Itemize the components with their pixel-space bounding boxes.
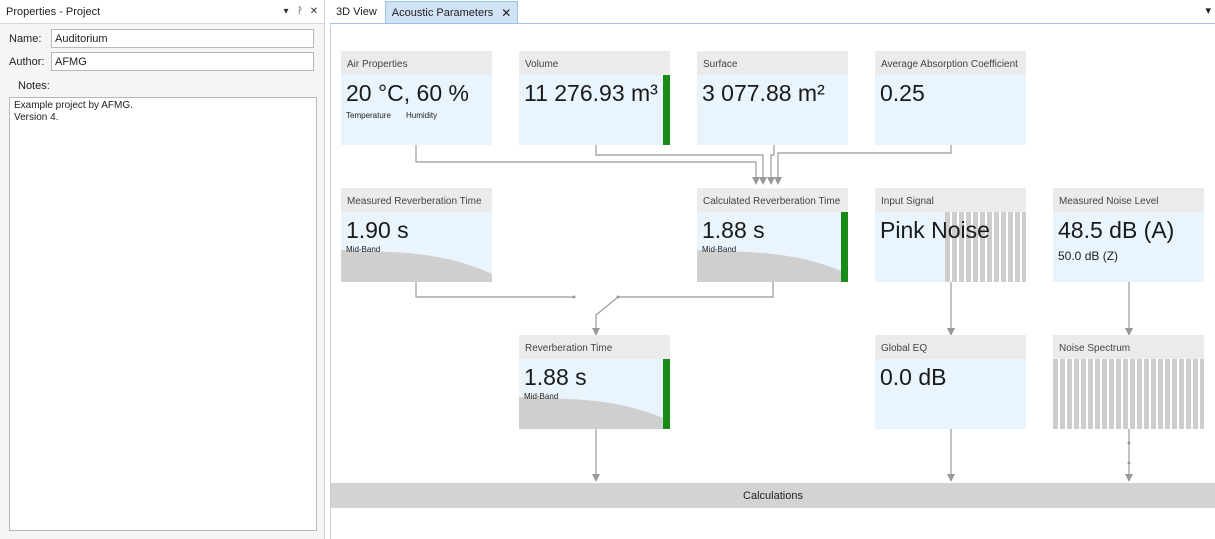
name-row: Name:	[9, 29, 314, 48]
surface-value: 3 077.88 m²	[702, 80, 825, 106]
air-properties-value: 20 °C, 60 %	[346, 80, 469, 106]
block-body: 0.25	[875, 75, 1026, 145]
block-title: Measured Reverberation Time	[341, 188, 492, 212]
close-icon[interactable]: ✕	[308, 6, 320, 17]
measured-rt-value: 1.90 s	[346, 217, 409, 243]
tab-label: 3D View	[336, 6, 377, 18]
volume-block[interactable]: Volume 11 276.93 m³	[519, 51, 670, 145]
block-title: Calculated Reverberation Time	[697, 188, 848, 212]
status-bar	[663, 75, 670, 145]
tab-strip: 3D View Acoustic Parameters ✕ ▾	[330, 0, 1215, 24]
humidity-label: Humidity	[406, 111, 438, 120]
block-title: Input Signal	[875, 188, 1026, 212]
status-bar	[841, 212, 848, 282]
block-body: 3 077.88 m²	[697, 75, 848, 145]
block-title: Noise Spectrum	[1053, 335, 1204, 359]
close-icon[interactable]: ✕	[501, 6, 511, 20]
block-title: Average Absorption Coefficient	[875, 51, 1026, 75]
volume-value: 11 276.93 m³	[524, 80, 658, 106]
author-field[interactable]	[51, 52, 314, 71]
input-signal-block[interactable]: Input Signal Pink Noise	[875, 188, 1026, 282]
block-body: 1.88 s Mid-Band	[697, 212, 848, 282]
block-title: Surface	[697, 51, 848, 75]
spectrum-stripes	[1053, 359, 1204, 429]
notes-field[interactable]: Example project by AFMG. Version 4.	[9, 97, 317, 531]
document-area: 3D View Acoustic Parameters ✕ ▾ Air Prop…	[330, 0, 1215, 539]
reverberation-time-block[interactable]: Reverberation Time 1.88 s Mid-Band	[519, 335, 670, 429]
block-body: Pink Noise	[875, 212, 1026, 282]
calculated-rt-value: 1.88 s	[702, 217, 765, 243]
reverberation-time-value: 1.88 s	[524, 364, 587, 390]
calculations-button[interactable]: Calculations	[331, 483, 1215, 508]
status-bar	[663, 359, 670, 429]
block-title: Volume	[519, 51, 670, 75]
global-eq-value: 0.0 dB	[880, 364, 947, 390]
input-signal-value: Pink Noise	[880, 217, 990, 243]
name-label: Name:	[9, 32, 42, 45]
tab-overflow-icon[interactable]: ▾	[1205, 4, 1211, 17]
measured-reverberation-block[interactable]: Measured Reverberation Time 1.90 s Mid-B…	[341, 188, 492, 282]
mid-band-label: Mid-Band	[702, 245, 737, 254]
calculated-reverberation-block[interactable]: Calculated Reverberation Time 1.88 s Mid…	[697, 188, 848, 282]
measured-noise-value: 48.5 dB (A)	[1058, 217, 1175, 243]
block-title: Air Properties	[341, 51, 492, 75]
block-title: Reverberation Time	[519, 335, 670, 359]
block-body: 0.0 dB	[875, 359, 1026, 429]
block-body: 1.88 s Mid-Band	[519, 359, 670, 429]
block-body: 20 °C, 60 % Temperature Humidity	[341, 75, 492, 145]
author-row: Author:	[9, 52, 314, 71]
acoustic-parameters-canvas: Air Properties 20 °C, 60 % Temperature H…	[330, 25, 1215, 539]
pin-icon[interactable]: ᚹ	[294, 6, 306, 17]
block-body: 48.5 dB (A) 50.0 dB (Z)	[1053, 212, 1204, 282]
calculations-label: Calculations	[743, 489, 803, 502]
surface-block[interactable]: Surface 3 077.88 m²	[697, 51, 848, 145]
block-title: Global EQ	[875, 335, 1026, 359]
author-label: Author:	[9, 55, 45, 68]
properties-titlebar: Properties - Project ▾ ᚹ ✕	[0, 0, 324, 24]
properties-panel: Properties - Project ▾ ᚹ ✕ Name: Author:…	[0, 0, 325, 539]
tab-label: Acoustic Parameters	[391, 6, 494, 19]
global-eq-block[interactable]: Global EQ 0.0 dB	[875, 335, 1026, 429]
tab-acoustic-parameters[interactable]: Acoustic Parameters ✕	[384, 1, 519, 23]
mid-band-label: Mid-Band	[346, 245, 381, 254]
block-body: 1.90 s Mid-Band	[341, 212, 492, 282]
tab-3d-view[interactable]: 3D View	[330, 1, 383, 23]
temperature-label: Temperature	[346, 111, 391, 120]
mid-band-label: Mid-Band	[524, 392, 559, 401]
absorption-value: 0.25	[880, 80, 925, 106]
noise-spectrum-block[interactable]: Noise Spectrum	[1053, 335, 1204, 429]
block-body	[1053, 359, 1204, 429]
name-field[interactable]	[51, 29, 314, 48]
notes-label: Notes:	[18, 80, 50, 92]
measured-noise-block[interactable]: Measured Noise Level 48.5 dB (A) 50.0 dB…	[1053, 188, 1204, 282]
dropdown-icon[interactable]: ▾	[280, 6, 292, 17]
properties-title: Properties - Project	[6, 5, 101, 18]
block-body: 11 276.93 m³	[519, 75, 670, 145]
block-title: Measured Noise Level	[1053, 188, 1204, 212]
air-properties-block[interactable]: Air Properties 20 °C, 60 % Temperature H…	[341, 51, 492, 145]
absorption-block[interactable]: Average Absorption Coefficient 0.25	[875, 51, 1026, 145]
noise-z-value: 50.0 dB (Z)	[1058, 249, 1119, 263]
